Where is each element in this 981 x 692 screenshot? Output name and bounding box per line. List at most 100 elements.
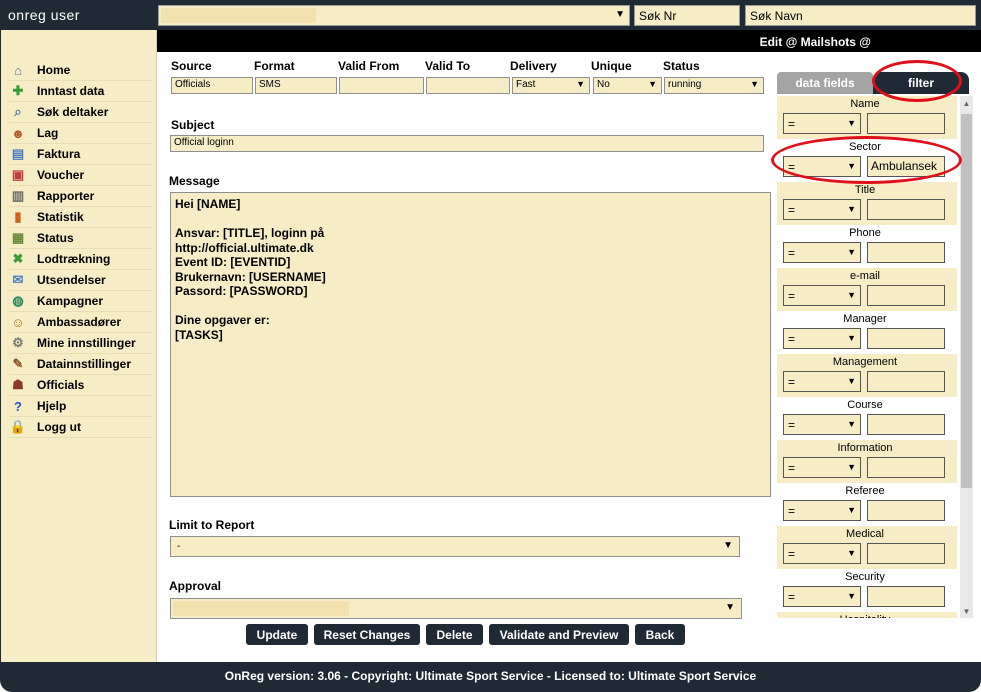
help-icon: ? [14, 398, 22, 414]
filter-operator-value: = [788, 461, 796, 475]
filter-value-input[interactable] [867, 328, 945, 349]
delivery-value: Fast [516, 79, 536, 90]
format-field[interactable]: SMS [255, 77, 337, 94]
sidebar-item-inntast-data[interactable]: ✚ Inntast data [9, 81, 152, 102]
filter-value-input[interactable] [867, 586, 945, 607]
limit-label: Limit to Report [169, 518, 255, 532]
sidebar-item-status[interactable]: ▦ Status [9, 228, 152, 249]
lottery-icon: ✖ [12, 251, 24, 266]
sidebar-item-faktura[interactable]: ▤ Faktura [9, 144, 152, 165]
delete-button[interactable]: Delete [426, 624, 483, 645]
chevron-down-icon: ▼ [847, 462, 856, 472]
sidebar-item-søk-deltaker[interactable]: ⌕ Søk deltaker [9, 102, 152, 123]
filter-operator-select[interactable]: = ▼ [783, 500, 861, 521]
filter-operator-select[interactable]: = ▼ [783, 543, 861, 564]
filter-operator-value: = [788, 332, 796, 346]
filter-operator-select[interactable]: = ▼ [783, 328, 861, 349]
filter-row-phone: Phone = ▼ [777, 225, 957, 268]
home-icon: ⌂ [14, 62, 22, 78]
filter-operator-select[interactable]: = ▼ [783, 414, 861, 435]
back-button[interactable]: Back [635, 624, 685, 645]
mailshot-form: Source Format Valid From Valid To Delive… [157, 52, 981, 662]
filter-row-referee: Referee = ▼ [777, 483, 957, 526]
filter-value-input[interactable] [867, 285, 945, 306]
delivery-select[interactable]: Fast ▼ [512, 77, 590, 94]
sidebar-item-officials[interactable]: ☗ Officials [9, 375, 152, 396]
invoice-icon: ▤ [11, 146, 25, 161]
sidebar-item-ambassadører[interactable]: ☺ Ambassadører [9, 312, 152, 333]
filter-operator-select[interactable]: = ▼ [783, 199, 861, 220]
bar-chart-icon: ▮ [14, 209, 22, 224]
sidebar-item-lodtrækning[interactable]: ✖ Lodtrækning [9, 249, 152, 270]
filter-value-input[interactable] [867, 242, 945, 263]
sidebar-item-statistik[interactable]: ▮ Statistik [9, 207, 152, 228]
globe-icon: ◍ [12, 293, 24, 308]
valid-from-label: Valid From [338, 59, 400, 73]
sidebar-item-kampagner[interactable]: ◍ Kampagner [9, 291, 152, 312]
event-select[interactable]: ▼ [158, 5, 630, 26]
validate-preview-button[interactable]: Validate and Preview [489, 624, 629, 645]
sidebar-item-rapporter[interactable]: ▥ Rapporter [9, 186, 152, 207]
filter-value-input[interactable] [867, 543, 945, 564]
format-label: Format [254, 59, 295, 73]
filter-row-course: Course = ▼ [777, 397, 957, 440]
status-label: Status [663, 59, 700, 73]
sidebar-item-label: Status [37, 231, 74, 245]
chevron-down-icon: ▼ [847, 376, 856, 386]
filter-operator-value: = [788, 246, 796, 260]
app-title: onreg user [8, 7, 80, 23]
filter-operator-select[interactable]: = ▼ [783, 285, 861, 306]
gift-icon: ▣ [11, 167, 25, 182]
scroll-up-icon[interactable]: ▲ [960, 96, 973, 110]
filter-row-management: Management = ▼ [777, 354, 957, 397]
sidebar-item-utsendelser[interactable]: ✉ Utsendelser [9, 270, 152, 291]
tab-data-fields[interactable]: data fields [777, 72, 873, 94]
filter-value-input[interactable] [867, 414, 945, 435]
update-button[interactable]: Update [246, 624, 308, 645]
filter-operator-select[interactable]: = ▼ [783, 586, 861, 607]
filter-name: e-mail [850, 270, 880, 282]
filter-scrollbar[interactable]: ▲ ▼ [960, 96, 973, 618]
filter-name: Security [845, 571, 885, 583]
filter-value-input[interactable] [867, 457, 945, 478]
source-field[interactable]: Officials [171, 77, 253, 94]
sidebar-item-voucher[interactable]: ▣ Voucher [9, 165, 152, 186]
sidebar-item-logg-ut[interactable]: 🔒 Logg ut [9, 417, 152, 438]
filter-value-input[interactable] [867, 199, 945, 220]
sidebar-item-lag[interactable]: ☻ Lag [9, 123, 152, 144]
sidebar-item-home[interactable]: ⌂ Home [9, 60, 152, 81]
sidebar-item-mine-innstillinger[interactable]: ⚙ Mine innstillinger [9, 333, 152, 354]
filter-operator-select[interactable]: = ▼ [783, 457, 861, 478]
reset-changes-button[interactable]: Reset Changes [314, 624, 420, 645]
approval-select[interactable]: ▼ [170, 598, 742, 619]
limit-value: - [177, 541, 181, 552]
subject-field[interactable]: Official loginn [170, 135, 764, 152]
sidebar-item-datainnstillinger[interactable]: ✎ Datainnstillinger [9, 354, 152, 375]
sidebar-item-label: Logg ut [37, 420, 81, 434]
filter-operator-value: = [788, 547, 796, 561]
valid-from-field[interactable] [339, 77, 424, 94]
unique-label: Unique [591, 59, 632, 73]
message-textarea[interactable]: Hei [NAME] Ansvar: [TITLE], loginn på ht… [170, 192, 771, 497]
filter-operator-select[interactable]: = ▼ [783, 113, 861, 134]
limit-report-select[interactable]: - ▼ [170, 536, 740, 557]
status-select[interactable]: running ▼ [664, 77, 764, 94]
filter-value-input[interactable] [867, 371, 945, 392]
filter-row-e-mail: e-mail = ▼ [777, 268, 957, 311]
sidebar-item-hjelp[interactable]: ? Hjelp [9, 396, 152, 417]
ambassador-icon: ☺ [11, 314, 25, 330]
filter-value-input[interactable] [867, 113, 945, 134]
valid-to-field[interactable] [426, 77, 510, 94]
filter-operator-select[interactable]: = ▼ [783, 371, 861, 392]
approval-label: Approval [169, 579, 222, 593]
filter-operator-value: = [788, 590, 796, 604]
filter-value-input[interactable] [867, 500, 945, 521]
top-bar: onreg user ▼ Søk Nr Søk Navn [0, 0, 981, 30]
search-name-input[interactable]: Søk Navn [745, 5, 976, 26]
message-label: Message [169, 174, 220, 188]
search-nr-input[interactable]: Søk Nr [634, 5, 740, 26]
scroll-down-icon[interactable]: ▼ [960, 604, 973, 618]
filter-operator-select[interactable]: = ▼ [783, 242, 861, 263]
scroll-thumb[interactable] [961, 114, 972, 488]
unique-select[interactable]: No ▼ [593, 77, 662, 94]
